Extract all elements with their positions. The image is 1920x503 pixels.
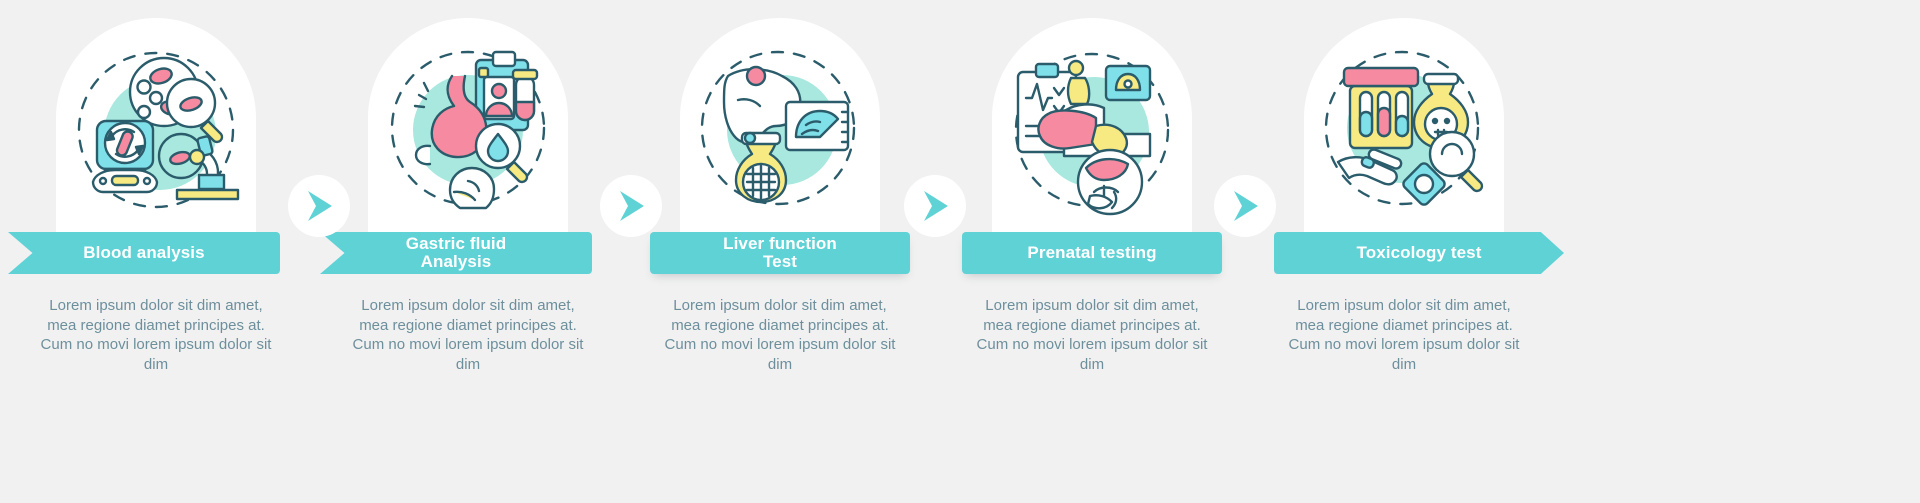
liver-function-icon [692, 42, 868, 218]
step-panel-prenatal-testing[interactable]: Prenatal testing Lorem ipsum dolor sit d… [936, 0, 1248, 503]
chevron-right-icon [920, 189, 950, 223]
step-description: Lorem ipsum dolor sit dim amet, mea regi… [1288, 297, 1520, 373]
connector-arrow-1-2[interactable] [288, 175, 350, 237]
step-label: Prenatal testing [1027, 243, 1157, 262]
step-panel-blood-analysis[interactable]: Blood analysis Lorem ipsum dolor sit dim… [0, 0, 312, 503]
connector-arrow-4-5[interactable] [1214, 175, 1276, 237]
chevron-right-icon [1230, 189, 1260, 223]
arch-container [936, 0, 1248, 248]
step-banner-toxicology-test[interactable]: Toxicology test [1274, 232, 1564, 274]
banner-row: Prenatal testing [936, 232, 1248, 274]
step-panel-gastric-fluid-analysis[interactable]: Gastric fluid Analysis Lorem ipsum dolor… [312, 0, 624, 503]
arch-container [1248, 0, 1560, 248]
gastric-fluid-icon [380, 42, 556, 218]
infographic-board: Blood analysis Lorem ipsum dolor sit dim… [0, 0, 1920, 503]
step-description: Lorem ipsum dolor sit dim amet, mea regi… [664, 297, 896, 373]
step-description: Lorem ipsum dolor sit dim amet, mea regi… [976, 297, 1208, 373]
step-panel-liver-function-test[interactable]: Liver function Test Lorem ipsum dolor si… [624, 0, 936, 503]
chevron-right-icon [616, 189, 646, 223]
toxicology-test-icon [1316, 42, 1492, 218]
step-label: Liver function Test [723, 234, 837, 271]
chevron-right-icon [304, 189, 334, 223]
step-description: Lorem ipsum dolor sit dim amet, mea regi… [40, 297, 272, 373]
banner-row: Toxicology test [1248, 232, 1564, 274]
step-label: Toxicology test [1356, 243, 1482, 262]
connector-arrow-2-3[interactable] [600, 175, 662, 237]
step-banner-gastric-fluid-analysis[interactable]: Gastric fluid Analysis [320, 232, 592, 274]
step-label: Gastric fluid Analysis [405, 234, 507, 271]
banner-row: Liver function Test [624, 232, 936, 274]
banner-row: Gastric fluid Analysis [312, 232, 624, 274]
step-label: Blood analysis [83, 243, 205, 262]
arch-container [0, 0, 312, 248]
step-banner-prenatal-testing[interactable]: Prenatal testing [962, 232, 1222, 274]
blood-analysis-icon [68, 42, 244, 218]
banner-row: Blood analysis [0, 232, 312, 274]
step-banner-blood-analysis[interactable]: Blood analysis [8, 232, 280, 274]
prenatal-testing-icon [1004, 42, 1180, 218]
step-banner-liver-function-test[interactable]: Liver function Test [650, 232, 910, 274]
step-description: Lorem ipsum dolor sit dim amet, mea regi… [352, 297, 584, 373]
arch-container [312, 0, 624, 248]
connector-arrow-3-4[interactable] [904, 175, 966, 237]
step-panel-toxicology-test[interactable]: Toxicology test Lorem ipsum dolor sit di… [1248, 0, 1564, 503]
arch-container [624, 0, 936, 248]
